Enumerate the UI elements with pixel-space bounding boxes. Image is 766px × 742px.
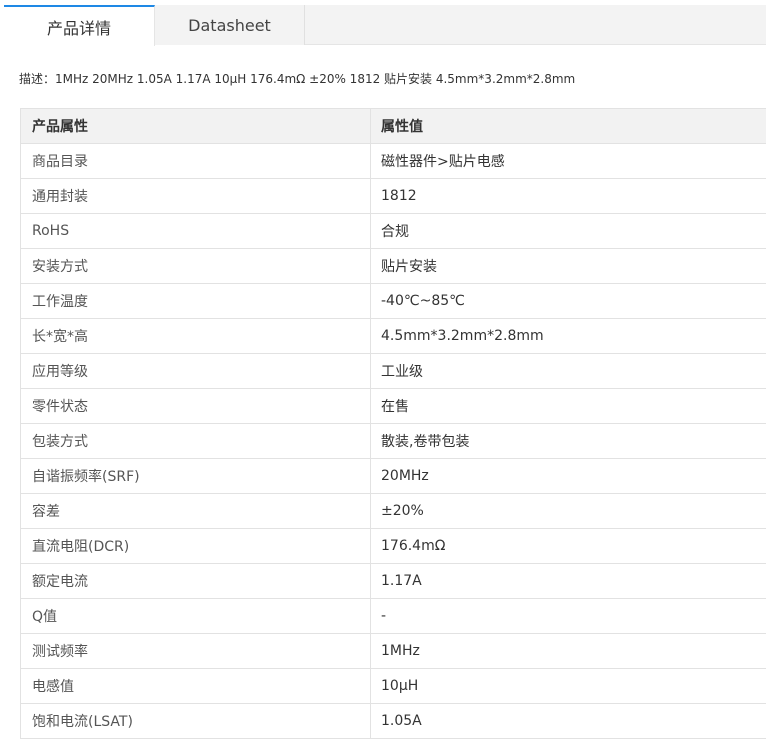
tab-datasheet[interactable]: Datasheet (155, 5, 305, 45)
value-cell: 4.5mm*3.2mm*2.8mm (381, 328, 544, 344)
value-cell: 合规 (381, 224, 409, 240)
table-row: RoHS 合规 (20, 214, 766, 249)
table-row: 直流电阻(DCR) 176.4mΩ (20, 529, 766, 564)
value-cell: -40℃~85℃ (381, 293, 465, 309)
attribute-cell: 工作温度 (20, 284, 371, 318)
table-row: 电感值 10μH (20, 669, 766, 704)
value-cell: 在售 (381, 399, 409, 415)
table-row: 测试频率 1MHz (20, 634, 766, 669)
header-value: 属性值 (381, 119, 423, 135)
table-header-row: 产品属性 属性值 (20, 109, 766, 144)
table-row: 饱和电流(LSAT) 1.05A (20, 704, 766, 739)
attribute-cell: 零件状态 (20, 389, 371, 423)
value-cell: 176.4mΩ (381, 538, 446, 554)
value-cell: 散装,卷带包装 (381, 434, 470, 450)
table-row: 自谐振频率(SRF) 20MHz (20, 459, 766, 494)
table-row: 安装方式 贴片安装 (20, 249, 766, 284)
tab-product-details-label: 产品详情 (46, 18, 111, 38)
attribute-cell: 自谐振频率(SRF) (20, 459, 371, 493)
attribute-cell: 容差 (20, 494, 371, 528)
attribute-cell: 饱和电流(LSAT) (20, 704, 371, 738)
attribute-cell: 商品目录 (20, 144, 371, 178)
table-body: 商品目录 磁性器件>贴片电感 通用封装 1812 RoHS 合规 安装方式 贴片安装 工作温度 -… (20, 144, 766, 739)
attribute-cell: 长*宽*高 (20, 319, 371, 353)
attribute-cell: 额定电流 (20, 564, 371, 598)
value-cell: 20MHz (381, 468, 429, 484)
tab-bar: 产品详情 Datasheet (4, 5, 766, 46)
table-row: 容差 ±20% (20, 494, 766, 529)
table-row: 零件状态 在售 (20, 389, 766, 424)
attribute-cell: 测试频率 (20, 634, 371, 668)
product-description: 描述：1MHz 20MHz 1.05A 1.17A 10μH 176.4mΩ ±… (19, 72, 576, 86)
value-cell: - (381, 608, 387, 624)
value-cell: 1812 (381, 188, 417, 204)
attribute-cell: Q值 (20, 599, 371, 633)
table-row: 通用封装 1812 (20, 179, 766, 214)
value-cell: 1.05A (381, 713, 422, 729)
spec-table: 产品属性 属性值 商品目录 磁性器件>贴片电感 通用封装 1812 RoHS 合规 安装方式… (20, 108, 766, 739)
attribute-cell: 安装方式 (20, 249, 371, 283)
attribute-cell: RoHS (20, 214, 371, 248)
table-row: 商品目录 磁性器件>贴片电感 (20, 144, 766, 179)
header-attribute: 产品属性 (20, 109, 371, 143)
attribute-cell: 通用封装 (20, 179, 371, 213)
table-row: 额定电流 1.17A (20, 564, 766, 599)
table-row: 工作温度 -40℃~85℃ (20, 284, 766, 319)
attribute-cell: 直流电阻(DCR) (20, 529, 371, 563)
tab-datasheet-label: Datasheet (188, 15, 271, 35)
product-detail-page: 产品详情 Datasheet 描述：1MHz 20MHz 1.05A 1.17A… (0, 0, 766, 742)
value-cell: 1.17A (381, 573, 422, 589)
tab-product-details[interactable]: 产品详情 (4, 5, 155, 46)
value-cell: 1MHz (381, 643, 420, 659)
table-row: 包装方式 散装,卷带包装 (20, 424, 766, 459)
attribute-cell: 电感值 (20, 669, 371, 703)
value-cell: 贴片安装 (381, 259, 437, 275)
table-row: 应用等级 工业级 (20, 354, 766, 389)
value-cell: 工业级 (381, 364, 423, 380)
value-cell: ±20% (381, 503, 424, 519)
table-row: Q值 - (20, 599, 766, 634)
attribute-cell: 应用等级 (20, 354, 371, 388)
value-cell: 10μH (381, 678, 419, 694)
table-row: 长*宽*高 4.5mm*3.2mm*2.8mm (20, 319, 766, 354)
value-cell: 磁性器件>贴片电感 (381, 154, 505, 170)
attribute-cell: 包装方式 (20, 424, 371, 458)
